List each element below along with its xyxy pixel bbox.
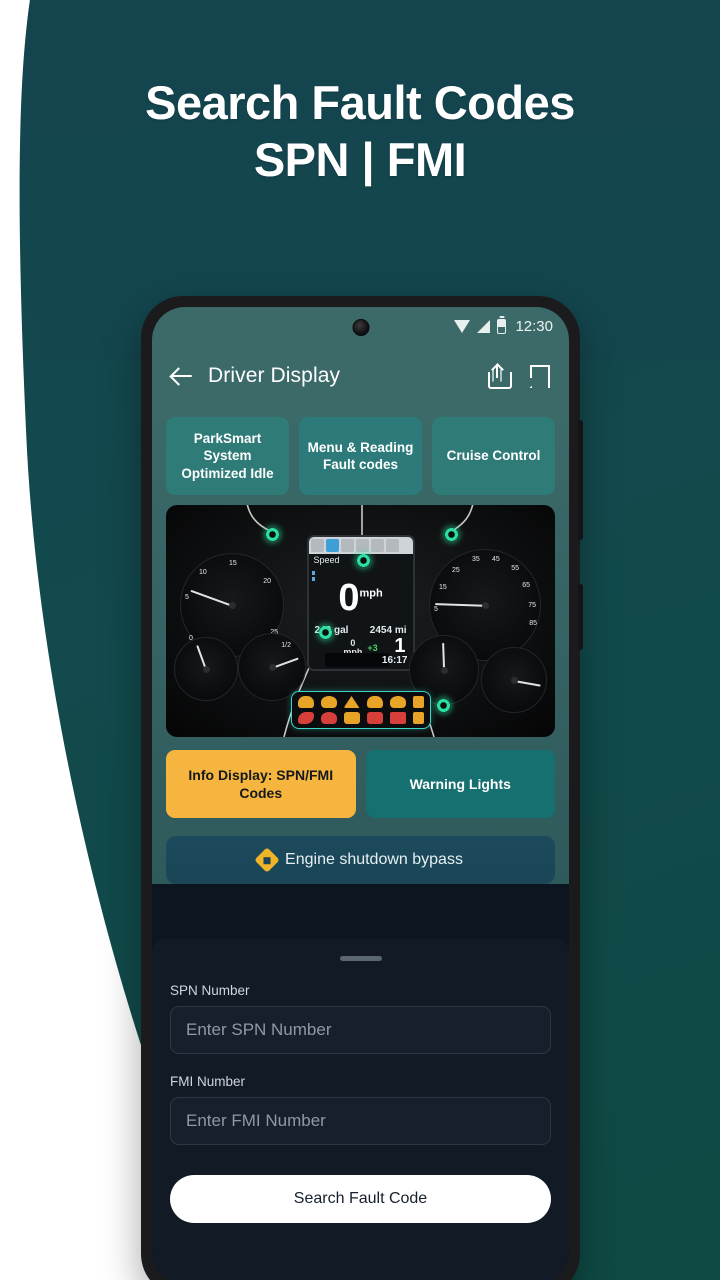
- button-menu-reading-fault-codes[interactable]: Menu & Reading Fault codes: [299, 417, 422, 495]
- gauge-tick-label: 35: [472, 556, 480, 563]
- gauge-hub: [268, 663, 276, 671]
- callout-dot-warning-lights: [436, 698, 451, 713]
- button-parksmart-system[interactable]: ParkSmart System Optimized Idle: [166, 417, 289, 495]
- info-display-mode-label: Speed: [313, 555, 340, 565]
- engine-temp-gauge: [174, 637, 238, 701]
- warning-lights-strip: [290, 691, 431, 729]
- spn-field-label: SPN Number: [170, 983, 250, 998]
- display-blank-area: [324, 653, 389, 667]
- sheet-drag-handle[interactable]: [339, 956, 382, 961]
- button-info-display-spn-fmi[interactable]: Info Display: SPN/FMI Codes: [166, 750, 356, 819]
- menu-icon: [385, 539, 399, 552]
- bypass-label: Engine shutdown bypass: [285, 851, 463, 869]
- warning-light-red: [343, 712, 360, 724]
- status-bar: 12:30: [152, 307, 569, 345]
- bookmark-icon[interactable]: [525, 363, 551, 389]
- callout-dot-cruise: [444, 527, 459, 542]
- menu-icon: [340, 539, 354, 552]
- wifi-icon: [454, 319, 471, 333]
- gauge-hub: [202, 665, 210, 673]
- gauge-tick-label: 15: [439, 584, 447, 591]
- gauge-tick-label: 20: [263, 578, 271, 585]
- phone-screen: 12:30 Driver Display ParkSmart System Op…: [152, 307, 569, 1280]
- warning-light-amber: [297, 696, 314, 708]
- headline-line-2: SPN | FMI: [253, 133, 467, 187]
- gauge-tick-label: 45: [492, 556, 500, 563]
- status-bar-time: 12:30: [515, 317, 553, 335]
- callout-dot-info-display: [318, 625, 333, 640]
- menu-icon: [370, 539, 384, 552]
- warning-light-amber: [320, 696, 337, 708]
- gauge-tick-label: 5: [185, 594, 189, 601]
- gauge-tick-label: 25: [452, 567, 460, 574]
- headline-line-1: Search Fault Codes: [145, 76, 575, 129]
- fmi-input[interactable]: [170, 1097, 551, 1145]
- warning-light-red: [320, 712, 337, 724]
- gauge-tick-label: 5: [434, 606, 438, 613]
- warning-light-amber: [412, 696, 424, 708]
- speedometer-hub: [481, 601, 489, 609]
- share-icon[interactable]: [485, 363, 512, 389]
- warning-light-amber: [389, 696, 406, 708]
- phone-mockup: 12:30 Driver Display ParkSmart System Op…: [141, 296, 583, 1280]
- warning-diamond-icon: [254, 847, 280, 874]
- button-warning-lights[interactable]: Warning Lights: [365, 750, 555, 819]
- spn-input[interactable]: [170, 1006, 551, 1054]
- warning-lights-row-amber: [297, 696, 424, 708]
- oil-pressure-gauge: [481, 647, 547, 713]
- menu-icon-selected: [325, 539, 339, 552]
- fmi-field-label: FMI Number: [170, 1074, 246, 1089]
- app-title: Driver Display: [208, 364, 341, 387]
- lower-button-row: Info Display: SPN/FMI Codes Warning Ligh…: [166, 750, 555, 819]
- fuel-needle: [271, 657, 299, 669]
- gear-adjust: +3: [367, 643, 378, 653]
- page-title: Search Fault Codes SPN | FMI: [0, 74, 720, 189]
- gauge-tick-label: 85: [529, 620, 537, 627]
- battery-icon: [497, 318, 507, 334]
- warning-light-red: [297, 712, 314, 724]
- warning-light-amber: [366, 696, 383, 708]
- search-bottom-sheet: SPN Number FMI Number Search Fault Code: [152, 939, 569, 1280]
- back-arrow-icon[interactable]: [170, 364, 194, 388]
- dashboard-clock: 16:17: [381, 655, 408, 666]
- gauge-tick-label: 65: [522, 582, 530, 589]
- tachometer-needle: [190, 590, 233, 607]
- dashboard-illustration: 0 5 10 15 20 25 1/2: [166, 505, 555, 737]
- gauge-tick-label: 1/2: [281, 642, 291, 649]
- info-display-speed: 0mph: [338, 577, 383, 619]
- warning-light-red: [366, 712, 383, 724]
- gauge-hub: [510, 676, 518, 684]
- gauge-tick-label: 55: [511, 565, 519, 572]
- button-cruise-control[interactable]: Cruise Control: [432, 417, 555, 495]
- callout-dot-menu: [356, 553, 371, 568]
- callout-dot-parksmart: [265, 527, 280, 542]
- gauge-tick-label: 75: [528, 602, 536, 609]
- front-camera: [352, 319, 369, 336]
- oil-pressure-needle: [513, 680, 541, 687]
- tachometer-hub: [228, 601, 236, 609]
- warning-lights-row-red: [297, 712, 424, 724]
- menu-icon: [355, 539, 369, 552]
- cellular-signal-icon: [477, 319, 491, 333]
- app-header: Driver Display: [152, 345, 569, 407]
- gauge-tick-label: 15: [229, 560, 237, 567]
- menu-icon: [310, 539, 324, 552]
- truck-dashboard-image: 0 5 10 15 20 25 1/2: [166, 505, 555, 737]
- speedometer-needle: [434, 603, 486, 607]
- main-content: ParkSmart System Optimized Idle Menu & R…: [152, 407, 569, 885]
- warning-light-amber: [343, 696, 360, 708]
- warning-light-amber: [412, 712, 424, 724]
- info-display-menu-bar: [308, 537, 413, 554]
- search-fault-code-button[interactable]: Search Fault Code: [170, 1175, 551, 1223]
- gauge-hub: [440, 666, 448, 674]
- warning-light-red: [389, 712, 406, 724]
- callout-button-row: ParkSmart System Optimized Idle Menu & R…: [166, 417, 555, 495]
- gauge-tick-label: 10: [199, 569, 207, 576]
- engine-shutdown-bypass-bar[interactable]: Engine shutdown bypass: [166, 836, 555, 885]
